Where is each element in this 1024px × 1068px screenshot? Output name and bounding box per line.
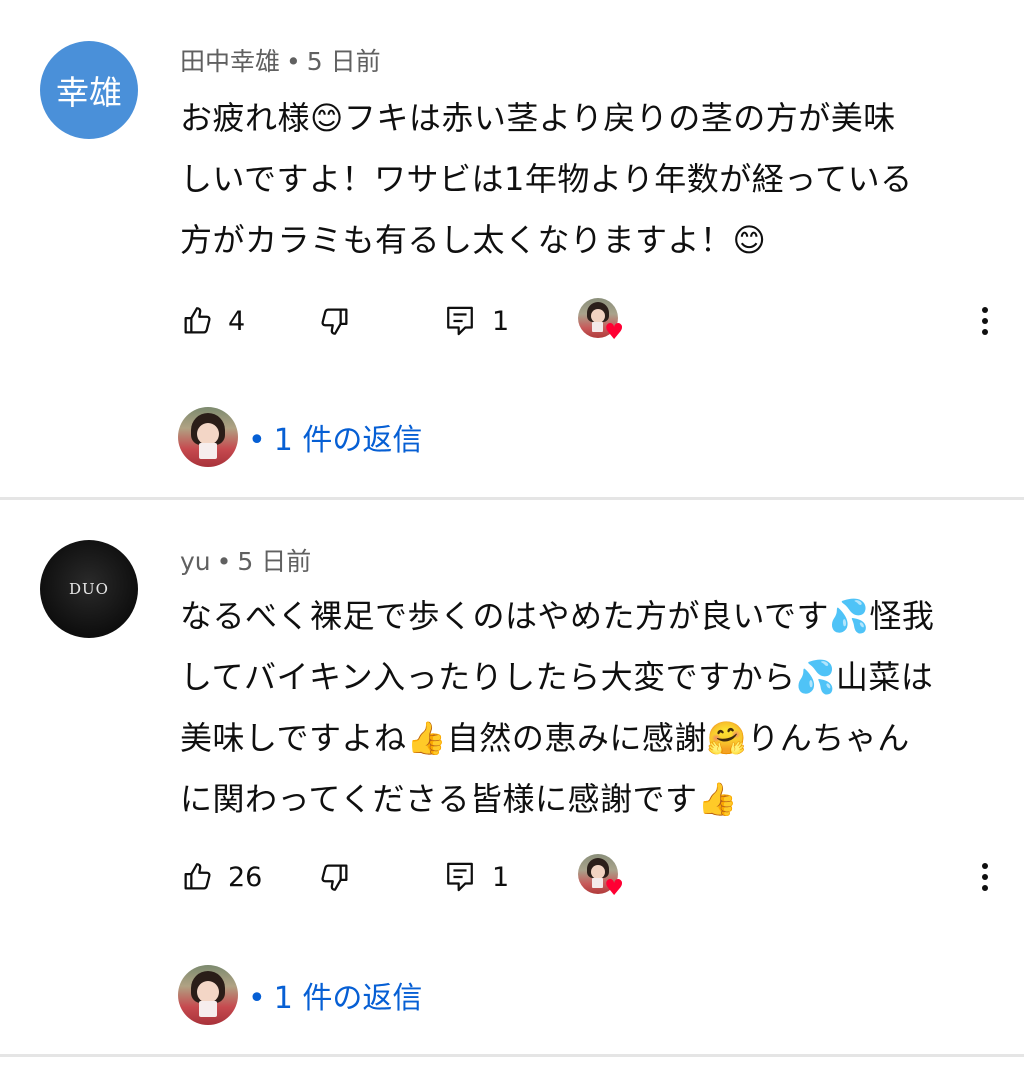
like-button[interactable]: 4 xyxy=(180,298,245,344)
comment-line: しいですよ！ワサビは1年物より年数が経っている xyxy=(180,160,913,198)
reply-count: 1 xyxy=(492,305,510,337)
meta-separator: • xyxy=(286,47,301,76)
comment-line: してバイキン入ったりしたら大変ですから💦山菜は xyxy=(180,658,934,696)
dislike-button[interactable] xyxy=(318,298,352,344)
replies-separator: • xyxy=(248,981,266,1016)
creator-heart-badge: ♥ xyxy=(578,298,624,345)
replies-count-text: 1 件の返信 xyxy=(273,981,423,1016)
thumb-up-icon xyxy=(180,860,214,894)
more-options-button[interactable] xyxy=(970,854,1000,900)
comment-actions: 4 1 ♥ xyxy=(180,298,1000,344)
comment-meta: yu • 5 日前 xyxy=(180,542,311,578)
more-vert-icon xyxy=(982,307,988,313)
avatar-initials: 幸雄 xyxy=(56,73,122,112)
comment-actions: 26 1 ♥ xyxy=(180,854,1000,900)
meta-separator: • xyxy=(216,547,232,576)
reply-author-avatar xyxy=(178,407,238,467)
author-avatar[interactable]: 幸雄 xyxy=(40,41,138,139)
comment-line: なるべく裸足で歩くのはやめた方が良いです💦怪我 xyxy=(180,597,935,635)
author-name[interactable]: 田中幸雄 xyxy=(180,47,280,76)
comment-line: 方がカラミも有るし太くなりますよ！😊 xyxy=(180,221,767,259)
comment-icon xyxy=(444,860,476,894)
comment-text: なるべく裸足で歩くのはやめた方が良いです💦怪我 してバイキン入ったりしたら大変で… xyxy=(180,586,980,830)
reply-author-avatar xyxy=(178,965,238,1025)
more-vert-icon xyxy=(982,863,988,869)
avatar-logo: DUO xyxy=(69,579,109,598)
thumb-down-icon xyxy=(318,304,352,338)
more-options-button[interactable] xyxy=(970,298,1000,344)
comment-line: 美味しですよね👍自然の恵みに感謝🤗りんちゃん xyxy=(180,719,910,757)
comment-icon xyxy=(444,304,476,338)
view-replies-button[interactable]: • 1 件の返信 xyxy=(178,406,422,468)
author-avatar[interactable]: DUO xyxy=(40,540,138,638)
like-count: 26 xyxy=(228,861,263,893)
author-name[interactable]: yu xyxy=(180,547,211,576)
heart-icon: ♥ xyxy=(604,876,624,901)
comment-1: 幸雄 田中幸雄 • 5 日前 お疲れ様😊フキは赤い茎より戻りの茎の方が美味 しいです… xyxy=(0,0,1024,500)
comment-time[interactable]: 5 日前 xyxy=(237,547,311,576)
reply-button[interactable]: 1 xyxy=(444,298,509,344)
comment-divider xyxy=(0,1054,1024,1057)
creator-heart-badge: ♥ xyxy=(578,854,624,901)
reply-button[interactable]: 1 xyxy=(444,854,509,900)
dislike-button[interactable] xyxy=(318,854,352,900)
thumb-down-icon xyxy=(318,860,352,894)
view-replies-button[interactable]: • 1 件の返信 xyxy=(178,964,422,1026)
replies-count-text: 1 件の返信 xyxy=(273,423,423,458)
thumb-up-icon xyxy=(180,304,214,338)
replies-label: • 1 件の返信 xyxy=(248,973,422,1017)
comment-2: DUO yu • 5 日前 なるべく裸足で歩くのはやめた方が良いです💦怪我 してバイ… xyxy=(0,500,1024,1060)
comment-line: お疲れ様😊フキは赤い茎より戻りの茎の方が美味 xyxy=(180,99,896,137)
like-button[interactable]: 26 xyxy=(180,854,262,900)
comment-text: お疲れ様😊フキは赤い茎より戻りの茎の方が美味 しいですよ！ワサビは1年物より年数… xyxy=(180,88,980,271)
comment-time[interactable]: 5 日前 xyxy=(307,47,381,76)
comment-meta: 田中幸雄 • 5 日前 xyxy=(180,42,381,78)
reply-count: 1 xyxy=(492,861,510,893)
replies-separator: • xyxy=(248,423,266,458)
comment-line: に関わってくださる皆様に感謝です👍 xyxy=(180,780,738,818)
like-count: 4 xyxy=(228,305,246,337)
replies-label: • 1 件の返信 xyxy=(248,415,422,459)
heart-icon: ♥ xyxy=(604,320,624,345)
